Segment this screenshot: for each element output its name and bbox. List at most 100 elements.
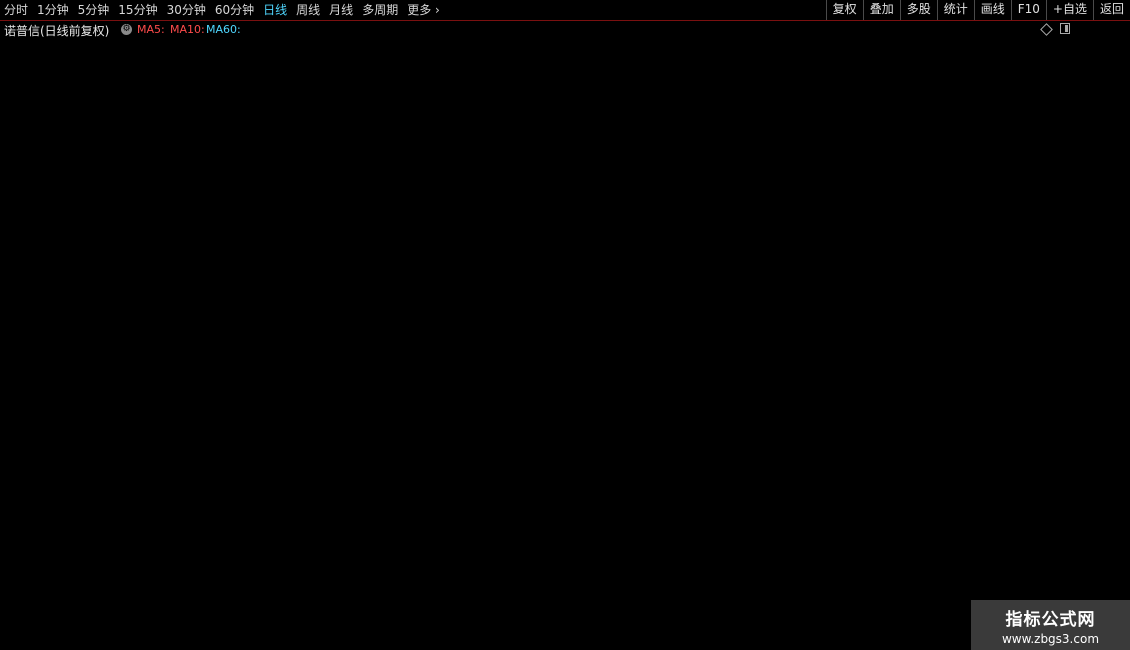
period-tab[interactable]: 分时	[4, 0, 28, 20]
candle-down	[443, 187, 449, 259]
gear-icon[interactable]: ⚙	[121, 24, 132, 35]
date-axis: 2025年 7 8 9 10 2025/10/29/三 12	[0, 629, 1075, 646]
price-tick-label: 10.80	[1089, 511, 1121, 524]
period-tab[interactable]: 日线	[263, 0, 287, 20]
tool-button[interactable]: 返回	[1092, 0, 1130, 20]
signal-marker: ← 突	[773, 384, 794, 398]
candle-down	[160, 526, 166, 556]
candle-body	[852, 199, 859, 253]
period-tab[interactable]: 周线	[296, 0, 320, 20]
candle-up	[621, 112, 628, 175]
period-tab[interactable]: 60分钟	[215, 0, 254, 20]
period-tab[interactable]: 5分钟	[78, 0, 110, 20]
candle-body	[301, 364, 308, 421]
date-tick-label: 12	[862, 633, 876, 646]
candle-body	[495, 283, 502, 304]
candle-down	[436, 174, 442, 226]
candle-up	[703, 316, 710, 352]
candle-body	[107, 593, 115, 602]
candle-body	[41, 452, 47, 456]
tool-button[interactable]: 画线	[973, 0, 1011, 20]
signal-arrow: ←	[572, 210, 581, 223]
candle-down	[480, 316, 486, 378]
signal-arrow: ←	[371, 265, 380, 278]
candle-body	[860, 209, 866, 220]
candle-body	[681, 209, 687, 246]
candle-down	[1017, 490, 1023, 524]
candle-up	[949, 516, 956, 569]
signal-marker: ← 突	[616, 125, 637, 139]
period-tab[interactable]: 更多 ›	[407, 0, 440, 20]
candle-down	[287, 394, 293, 443]
candle-body	[845, 196, 851, 259]
candle-down	[26, 358, 32, 428]
candle-down	[689, 232, 695, 265]
period-tab[interactable]: 1分钟	[37, 0, 69, 20]
candle-layer[interactable]	[3, 41, 1068, 621]
candle-body	[956, 480, 964, 524]
candle-up	[346, 209, 353, 394]
signal-marker: ← 突	[266, 439, 287, 453]
signal-marker: ← 突	[929, 445, 950, 459]
signal-arrow: ←	[162, 532, 171, 545]
candle-body	[823, 212, 829, 233]
signal-marker: ← 突	[296, 364, 317, 378]
candle-body	[383, 144, 390, 269]
candle-body	[56, 481, 62, 521]
period-tab[interactable]: 多周期	[362, 0, 398, 20]
candle-up	[130, 587, 137, 614]
candle-body	[465, 245, 472, 291]
candle-up	[897, 351, 904, 417]
candle-body	[413, 102, 420, 130]
signal-arrow: ←	[758, 362, 767, 375]
candle-up	[405, 138, 412, 307]
candle-up	[554, 280, 561, 317]
candle-body	[376, 200, 382, 259]
signal-label: 突	[939, 445, 950, 459]
candle-down	[607, 64, 613, 149]
signal-arrow: ←	[602, 110, 611, 123]
signal-marker: ← 突	[758, 361, 779, 375]
stock-name[interactable]: 诺普信(日线前复权)	[4, 22, 109, 39]
tool-button[interactable]: 统计	[936, 0, 974, 20]
candle-down	[354, 206, 360, 265]
candle-down	[190, 539, 196, 595]
candle-body	[234, 516, 241, 521]
signal-marker: ← 突	[378, 287, 399, 301]
candle-down	[123, 575, 129, 608]
period-tab[interactable]: 15分钟	[118, 0, 157, 20]
tool-button[interactable]: 多股	[899, 0, 937, 20]
candle-body	[503, 306, 509, 327]
candle-body	[1061, 548, 1068, 576]
candle-body	[904, 377, 911, 392]
candle-body	[361, 258, 367, 272]
candle-down	[324, 335, 330, 362]
ma60-label: MA60:	[206, 23, 241, 36]
tool-button[interactable]: 叠加	[862, 0, 900, 20]
candle-up	[592, 44, 599, 249]
period-tab[interactable]: 30分钟	[167, 0, 206, 20]
candle-up	[204, 581, 211, 605]
period-tab[interactable]: 月线	[329, 0, 353, 20]
diamond-icon[interactable]	[1040, 23, 1053, 36]
tool-button[interactable]: F10	[1010, 0, 1046, 20]
candle-body	[755, 454, 762, 469]
signal-label: 突	[619, 115, 630, 129]
price-tick-label: 12.00	[1089, 317, 1121, 330]
candle-up	[316, 319, 323, 356]
tool-button[interactable]: +自选	[1045, 0, 1093, 20]
tool-button[interactable]: 复权	[825, 0, 863, 20]
candle-down	[637, 145, 643, 194]
candle-up	[279, 351, 286, 440]
candle-up	[651, 109, 658, 207]
signal-label: 突	[820, 216, 831, 230]
signal-marker: ← 突	[281, 342, 302, 356]
candle-down	[912, 377, 918, 433]
signal-arrow: ←	[616, 126, 625, 139]
candle-down	[339, 374, 345, 401]
candlestick-chart[interactable]: 13.60 13.40 13.20 13.00 12.80 12.60 12.40 12.20…	[0, 0, 1130, 650]
candle-body	[614, 135, 620, 162]
candle-body	[346, 218, 353, 389]
candle-body	[78, 594, 84, 601]
panel-icon[interactable]	[1060, 23, 1070, 34]
